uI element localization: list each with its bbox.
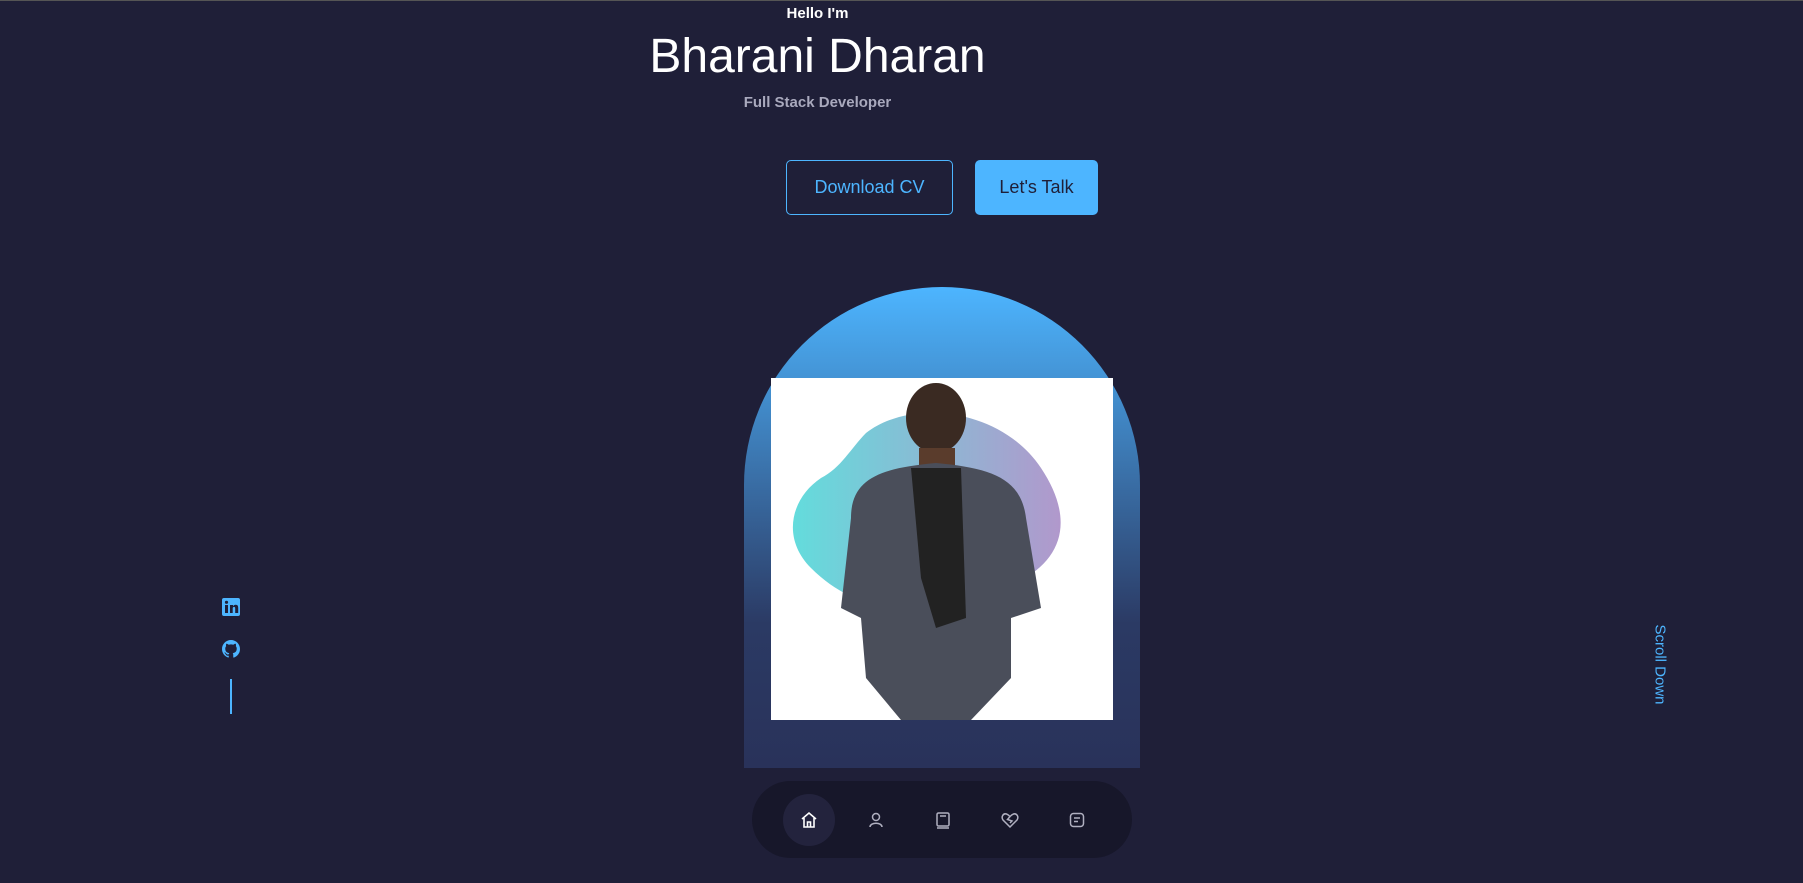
- bottom-nav: [752, 781, 1132, 858]
- profile-photo: [771, 378, 1113, 720]
- role-subtitle: Full Stack Developer: [743, 94, 892, 111]
- home-icon: [801, 811, 817, 828]
- message-icon: [1069, 812, 1085, 827]
- page-title: Bharani Dharan: [649, 30, 986, 83]
- nav-contact[interactable]: [1051, 794, 1103, 846]
- scroll-down-link[interactable]: Scroll Down: [1652, 620, 1669, 710]
- nav-experience[interactable]: [917, 794, 969, 846]
- book-icon: [936, 811, 950, 829]
- linkedin-icon: [222, 598, 240, 616]
- nav-services[interactable]: [984, 794, 1036, 846]
- linkedin-link[interactable]: [219, 595, 243, 619]
- lets-talk-button[interactable]: Let's Talk: [975, 160, 1098, 215]
- github-icon: [222, 640, 240, 658]
- github-link[interactable]: [219, 637, 243, 661]
- download-cv-button[interactable]: Download CV: [786, 160, 953, 215]
- user-icon: [869, 812, 883, 827]
- social-divider-line: [230, 679, 232, 714]
- nav-about[interactable]: [850, 794, 902, 846]
- nav-home[interactable]: [783, 793, 835, 846]
- greeting: Hello I'm: [786, 5, 849, 22]
- services-heart-icon: [1001, 812, 1019, 828]
